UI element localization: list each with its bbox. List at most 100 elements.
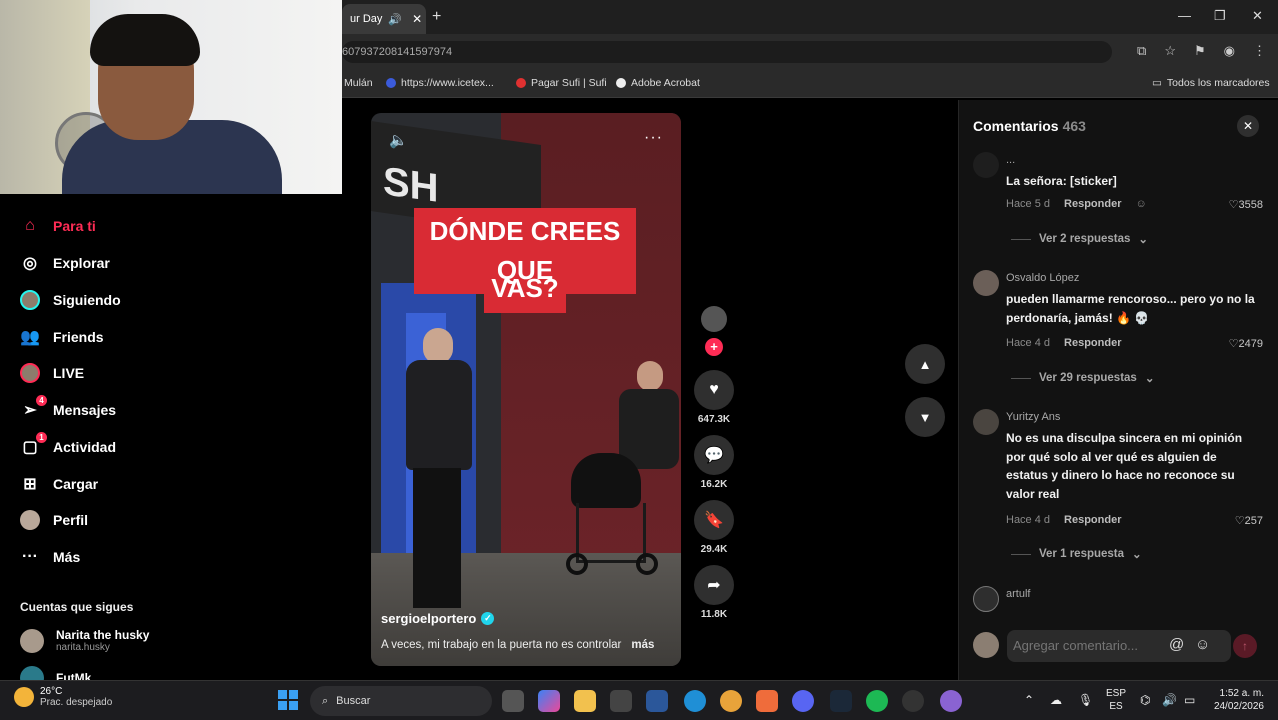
author-avatar[interactable] (701, 306, 727, 332)
nav-actividad[interactable]: ▢ 1 Actividad (20, 432, 116, 457)
nav-para-ti[interactable]: ⌂ Para ti (20, 216, 96, 236)
edge-icon[interactable] (684, 690, 706, 712)
comments-header: Comentarios 463 (973, 118, 1086, 134)
bookmark-item[interactable]: Mulán (344, 77, 373, 89)
copilot-icon[interactable] (538, 690, 560, 712)
wifi-icon[interactable]: ⌬ (1140, 693, 1150, 707)
send-comment-button[interactable]: ↑ (1233, 634, 1257, 658)
nav-mas[interactable]: ··· Más (20, 547, 80, 567)
nav-siguiendo[interactable]: Siguiendo (20, 290, 121, 310)
url-field[interactable]: 607937208141597974 (342, 41, 1112, 63)
weather-widget[interactable]: 26°C Prac. despejado (14, 686, 112, 708)
comment-button[interactable]: 💬 16.2K (694, 435, 734, 490)
comment-author[interactable]: ... (1006, 154, 1015, 166)
comment-avatar[interactable] (973, 586, 999, 612)
taskbar-search[interactable]: ⌕ Buscar (310, 686, 492, 716)
browser-tab[interactable]: ur Day 🔊 ✕ (342, 4, 426, 34)
comment-meta: Hace 5 d Responder ☺ (1006, 198, 1147, 210)
all-bookmarks[interactable]: ▭ Todos los marcadores (1152, 77, 1270, 89)
comment-avatar[interactable] (973, 152, 999, 178)
volume-tray-icon[interactable]: 🔊 (1162, 693, 1177, 707)
nav-live[interactable]: LIVE (20, 363, 84, 383)
nav-explorar[interactable]: ◎ Explorar (20, 253, 110, 273)
profile-icon[interactable]: ◉ (1224, 43, 1235, 59)
comment-like-count: 2479 (1238, 338, 1263, 350)
battery-icon[interactable]: ▭ (1184, 693, 1195, 707)
following-account[interactable]: Narita the husky narita.husky (20, 628, 149, 653)
share-button[interactable]: ➦ 11.8K (694, 565, 734, 620)
comment-like-button[interactable]: ♡3558 (1229, 198, 1263, 211)
more-options-icon[interactable]: ··· (644, 129, 663, 147)
minimize-button[interactable]: — (1178, 8, 1191, 23)
nav-friends[interactable]: 👥 Friends (20, 327, 104, 347)
word-icon[interactable] (646, 690, 668, 712)
brave-icon[interactable] (756, 690, 778, 712)
video-player[interactable]: SH DÓNDE CREES QUE VAS? 🔈 ··· sergioelpo… (371, 113, 681, 666)
reply-button[interactable]: Responder (1064, 198, 1121, 210)
nav-label: Siguiendo (53, 292, 121, 308)
discord-icon[interactable] (792, 690, 814, 712)
view-replies-button[interactable]: Ver 1 respuesta ⌄ (1011, 547, 1142, 561)
close-tab-icon[interactable]: ✕ (412, 12, 422, 26)
more-link[interactable]: más (631, 639, 654, 651)
save-button[interactable]: 🔖 29.4K (694, 500, 734, 555)
nav-label: Explorar (53, 255, 110, 271)
comment-like-button[interactable]: ♡257 (1235, 514, 1263, 527)
comment-input-row: @ ☺ ↑ (959, 626, 1278, 670)
nav-mensajes[interactable]: ➢ 4 Mensajes (20, 395, 116, 420)
nav-perfil[interactable]: Perfil (20, 510, 88, 530)
chat-app-icon[interactable] (940, 690, 962, 712)
home-icon: ⌂ (25, 217, 35, 234)
comment-like-button[interactable]: ♡2479 (1229, 337, 1263, 350)
spotify-icon[interactable] (866, 690, 888, 712)
comment-author[interactable]: Osvaldo López (1006, 272, 1079, 284)
extensions-icon[interactable]: ⚑ (1194, 43, 1206, 59)
start-button[interactable] (278, 690, 298, 710)
view-replies-button[interactable]: Ver 2 respuestas ⌄ (1011, 232, 1148, 246)
install-app-icon[interactable]: ⧉ (1137, 43, 1146, 59)
comment-author[interactable]: artulf (1006, 588, 1030, 600)
emoji-icon[interactable]: ☺ (1195, 636, 1210, 653)
new-tab-button[interactable]: + (432, 8, 441, 26)
close-window-button[interactable]: ✕ (1252, 8, 1263, 24)
follow-plus-button[interactable]: + (705, 338, 723, 356)
reply-button[interactable]: Responder (1064, 514, 1121, 526)
chrome-icon[interactable] (720, 690, 742, 712)
task-view-icon[interactable] (502, 690, 524, 712)
clock[interactable]: 1:52 a. m. 24/02/2026 (1212, 687, 1264, 713)
video-author[interactable]: sergioelportero ✓ (381, 611, 495, 626)
comment-avatar[interactable] (973, 409, 999, 435)
file-explorer-icon[interactable] (574, 690, 596, 712)
steam-icon[interactable] (830, 690, 852, 712)
chevron-up-icon[interactable]: ⌃ (1024, 693, 1034, 707)
bookmark-star-icon[interactable]: ☆ (1164, 43, 1176, 59)
microphone-icon[interactable]: 🎙 (1078, 693, 1093, 707)
volume-icon[interactable]: 🔈 (389, 131, 408, 149)
chevron-down-icon: ⌄ (1132, 549, 1142, 561)
mention-icon[interactable]: @ (1169, 636, 1184, 653)
menu-icon[interactable]: ⋮ (1253, 43, 1266, 59)
webcam-overlay (0, 0, 342, 194)
like-button[interactable]: ♥ 647.3K (694, 370, 734, 425)
bookmark-item[interactable]: Adobe Acrobat (616, 77, 700, 89)
maximize-button[interactable]: ❐ (1214, 8, 1226, 24)
github-icon[interactable] (902, 690, 924, 712)
view-replies-button[interactable]: Ver 29 respuestas ⌄ (1011, 371, 1154, 385)
nav-label: Cargar (53, 476, 99, 492)
bookmark-item[interactable]: Pagar Sufi | Sufi (516, 77, 607, 89)
previous-video-button[interactable]: ▲ (905, 344, 945, 384)
comment-author[interactable]: Yuritzy Ans (1006, 411, 1060, 423)
friends-icon: 👥 (20, 329, 40, 346)
comment-avatar[interactable] (973, 270, 999, 296)
reply-button[interactable]: Responder (1064, 337, 1121, 349)
language-indicator[interactable]: ESP ES (1106, 687, 1126, 713)
cloud-icon[interactable]: ☁ (1050, 693, 1062, 707)
comment-meta: Hace 4 d Responder (1006, 514, 1122, 526)
close-icon: ✕ (1242, 119, 1254, 133)
store-icon[interactable] (610, 690, 632, 712)
close-comments-button[interactable]: ✕ (1237, 115, 1259, 137)
nav-cargar[interactable]: ⊞ Cargar (20, 474, 98, 494)
bookmark-item[interactable]: https://www.icetex... (386, 77, 494, 89)
next-video-button[interactable]: ▼ (905, 397, 945, 437)
current-user-avatar (973, 632, 999, 658)
